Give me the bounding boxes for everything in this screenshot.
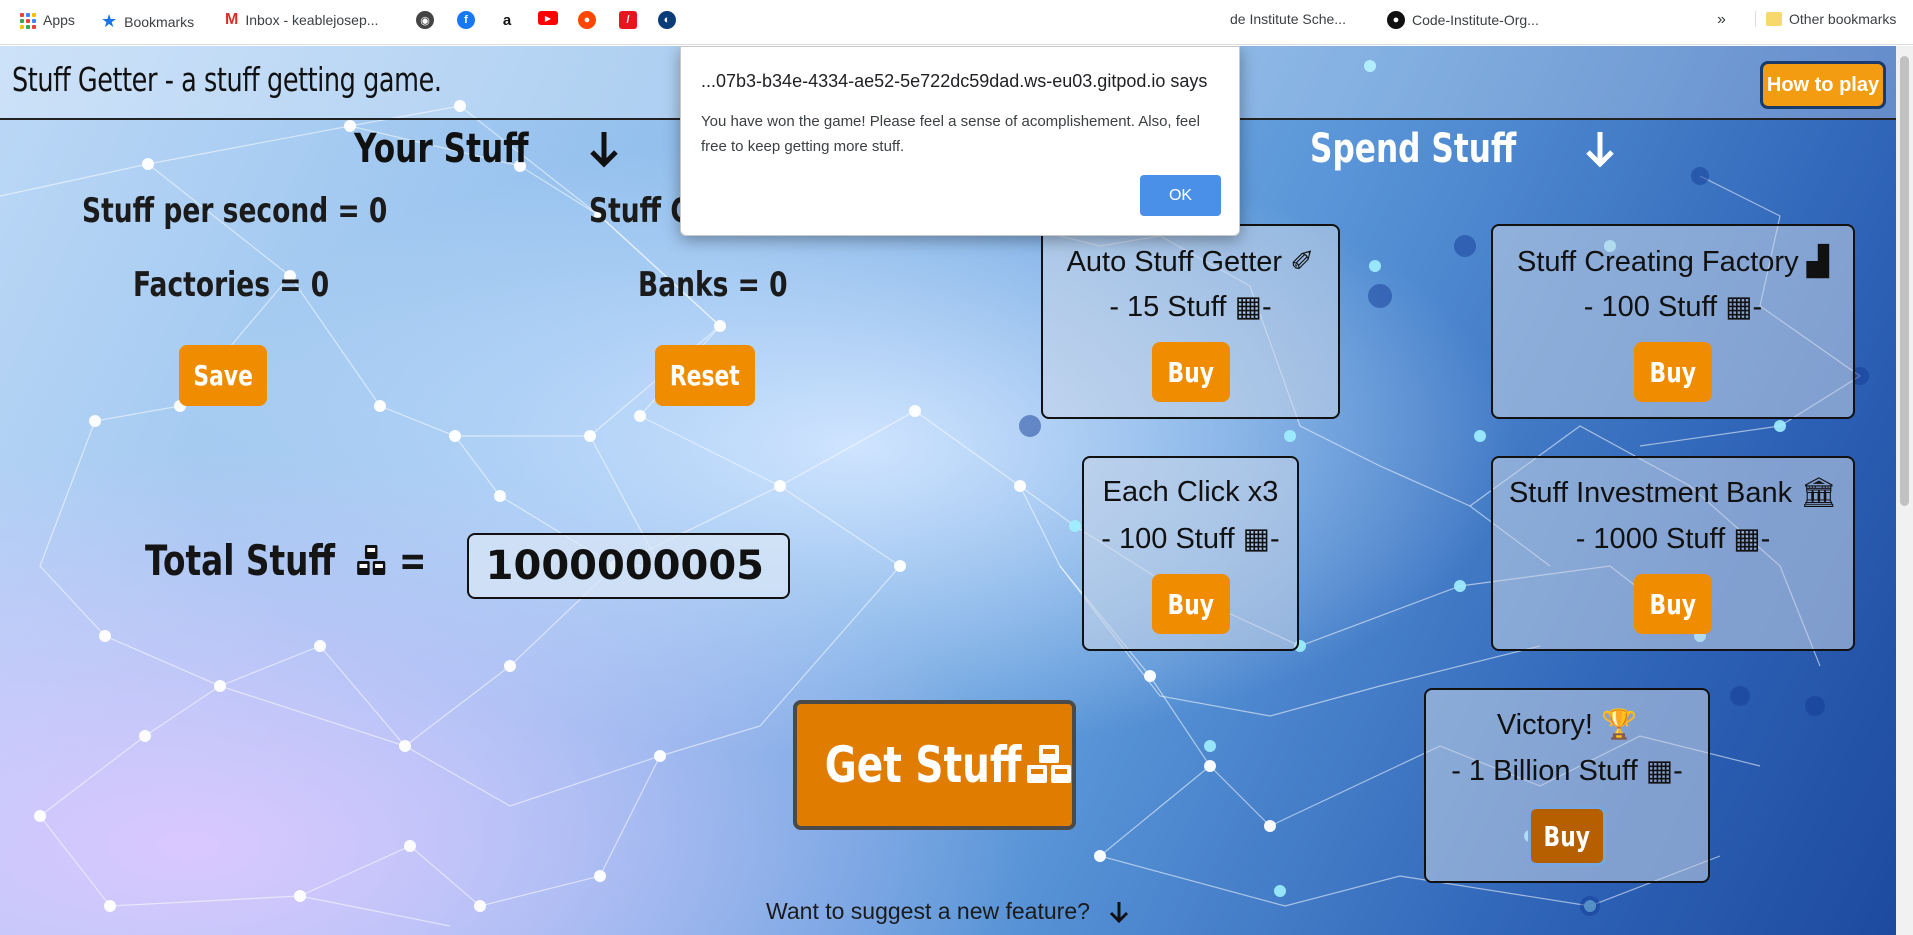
- bookmark-inbox[interactable]: M Inbox - keablejosep...: [225, 11, 378, 29]
- bookmark-facebook[interactable]: f: [457, 11, 475, 29]
- card-cost: - 15 Stuff ▦-: [1109, 291, 1272, 323]
- amazon-icon: a: [498, 11, 516, 29]
- bookmark-label: Bookmarks: [124, 13, 195, 30]
- page-scrollbar[interactable]: [1896, 46, 1913, 935]
- card-title: Victory! 🏆: [1496, 709, 1638, 741]
- cubes-icon: [1027, 745, 1072, 783]
- cubes-icon: [356, 544, 385, 575]
- card-title: Stuff Investment Bank 🏛: [1508, 477, 1838, 509]
- get-stuff-label: Get Stuff: [824, 736, 1022, 794]
- cubes-icon: ▦: [1242, 523, 1271, 555]
- spend-stuff-heading: Spend Stuff: [1310, 126, 1616, 172]
- github-dark-icon: ◐: [658, 11, 676, 29]
- bookmark-label: Apps: [43, 12, 75, 28]
- reset-label: Reset: [670, 359, 740, 392]
- buy-auto-stuff-getter-button[interactable]: Buy: [1151, 342, 1230, 402]
- bookmark-label: de Institute Sche...: [1230, 11, 1346, 27]
- card-cost: - 100 Stuff ▦-: [1101, 523, 1280, 555]
- shop-card-each-click-x3: Each Click x3 - 100 Stuff ▦- Buy: [1082, 456, 1299, 651]
- factory-icon: ▟: [1806, 246, 1829, 278]
- cubes-icon: ▦: [1234, 291, 1262, 323]
- shop-card-victory: Victory! 🏆 - 1 Billion Stuff ▦- Buy: [1424, 688, 1710, 883]
- suggest-feature-link[interactable]: Want to suggest a new feature?: [766, 898, 1130, 925]
- your-stuff-heading: Your Stuff: [354, 126, 620, 172]
- card-cost: - 1000 Stuff ▦-: [1575, 523, 1771, 555]
- github-icon: ●: [1387, 11, 1405, 29]
- how-to-play-button[interactable]: How to play: [1760, 61, 1886, 109]
- bookmark-code-institute-schedule[interactable]: de Institute Sche...: [1230, 11, 1346, 27]
- bookmark-label: Inbox - keablejosep...: [245, 12, 379, 28]
- card-title: Stuff Creating Factory ▟: [1517, 246, 1829, 278]
- get-stuff-button[interactable]: Get Stuff: [793, 700, 1076, 830]
- shop-card-stuff-creating-factory: Stuff Creating Factory ▟ - 100 Stuff ▦- …: [1491, 224, 1855, 419]
- bookmark-amazon[interactable]: a: [498, 11, 516, 29]
- bookmarks-bar: Apps ★ Bookmarks M Inbox - keablejosep..…: [0, 0, 1913, 45]
- save-button[interactable]: Save: [179, 345, 267, 406]
- youtube-icon: ▶: [538, 11, 558, 25]
- magic-wand-icon: ✐: [1290, 246, 1315, 278]
- arrow-down-icon: [1586, 132, 1615, 168]
- save-label: Save: [193, 359, 253, 392]
- alert-dialog: ...07b3-b34e-4334-ae52-5e722dc59dad.ws-e…: [680, 46, 1240, 236]
- chevron-double-right-icon: »: [1717, 11, 1726, 28]
- arrow-down-icon: [1109, 901, 1128, 923]
- gmail-icon: M: [225, 11, 239, 28]
- reddit-icon: ●: [578, 11, 596, 29]
- dialog-title: ...07b3-b34e-4334-ae52-5e722dc59dad.ws-e…: [701, 71, 1208, 91]
- cubes-icon: ▦: [1733, 523, 1761, 555]
- stuff-per-second: Stuff per second = 0: [82, 191, 388, 231]
- card-title: Auto Stuff Getter ✐: [1066, 246, 1315, 278]
- bookmark-apps[interactable]: Apps: [18, 11, 75, 29]
- card-title: Each Click x3: [1102, 476, 1279, 508]
- cubes-icon: ▦: [1725, 291, 1753, 323]
- suggest-feature-label: Want to suggest a new feature?: [766, 898, 1090, 924]
- bookmark-code-institute-org[interactable]: ● Code-Institute-Org...: [1387, 11, 1539, 29]
- facebook-icon: f: [457, 11, 475, 29]
- bookmark-reddit[interactable]: ●: [578, 11, 596, 29]
- total-stuff-value: 1000000005: [467, 533, 790, 599]
- buy-each-click-x3-button[interactable]: Buy: [1151, 574, 1230, 634]
- bookmark-label: Code-Institute-Org...: [1412, 12, 1539, 28]
- scrollbar-thumb[interactable]: [1900, 56, 1909, 506]
- your-stuff-heading-text: Your Stuff: [354, 126, 529, 172]
- bookmarks-overflow-button[interactable]: »: [1717, 11, 1726, 29]
- total-stuff-label: Total Stuff =: [145, 536, 426, 585]
- dialog-ok-button[interactable]: OK: [1140, 175, 1221, 216]
- total-equals: =: [398, 536, 427, 585]
- other-bookmarks[interactable]: Other bookmarks: [1755, 11, 1896, 27]
- spend-stuff-heading-text: Spend Stuff: [1310, 126, 1517, 172]
- page-title: Stuff Getter - a stuff getting game.: [12, 60, 442, 99]
- bookmark-site-1[interactable]: ◉: [416, 11, 434, 29]
- star-icon: ★: [101, 11, 118, 31]
- bookmark-red-site[interactable]: /: [619, 11, 637, 29]
- dialog-message: You have won the game! Please feel a sen…: [701, 113, 1200, 155]
- buy-stuff-investment-bank-button[interactable]: Buy: [1634, 574, 1712, 634]
- shop-card-stuff-investment-bank: Stuff Investment Bank 🏛 - 1000 Stuff ▦- …: [1491, 456, 1855, 651]
- game-page: Stuff Getter - a stuff getting game. How…: [0, 46, 1896, 935]
- cubes-icon: ▦: [1645, 755, 1674, 787]
- folder-icon: [1766, 12, 1782, 26]
- bookmark-youtube[interactable]: ▶: [538, 11, 558, 25]
- buy-stuff-creating-factory-button[interactable]: Buy: [1634, 342, 1712, 402]
- red-site-icon: /: [619, 11, 637, 29]
- site-icon-1: ◉: [416, 11, 434, 29]
- banks-count: Banks = 0: [638, 265, 788, 305]
- bank-icon: 🏛: [1800, 477, 1838, 509]
- apps-grid-icon: [18, 11, 36, 29]
- total-stuff-text: Total Stuff: [145, 536, 336, 585]
- bookmark-dark-site[interactable]: ◐: [658, 11, 676, 29]
- card-cost: - 1 Billion Stuff ▦-: [1451, 755, 1683, 787]
- buy-victory-button[interactable]: Buy: [1528, 806, 1606, 866]
- other-bookmarks-label: Other bookmarks: [1789, 11, 1897, 27]
- arrow-down-icon: [589, 132, 618, 168]
- card-cost: - 100 Stuff ▦-: [1583, 291, 1763, 323]
- factories-count: Factories = 0: [133, 265, 330, 305]
- shop-card-auto-stuff-getter: Auto Stuff Getter ✐ - 15 Stuff ▦- Buy: [1041, 224, 1340, 419]
- reset-button[interactable]: Reset: [655, 345, 755, 406]
- trophy-icon: 🏆: [1601, 709, 1638, 741]
- bookmark-bookmarks[interactable]: ★ Bookmarks: [101, 11, 194, 32]
